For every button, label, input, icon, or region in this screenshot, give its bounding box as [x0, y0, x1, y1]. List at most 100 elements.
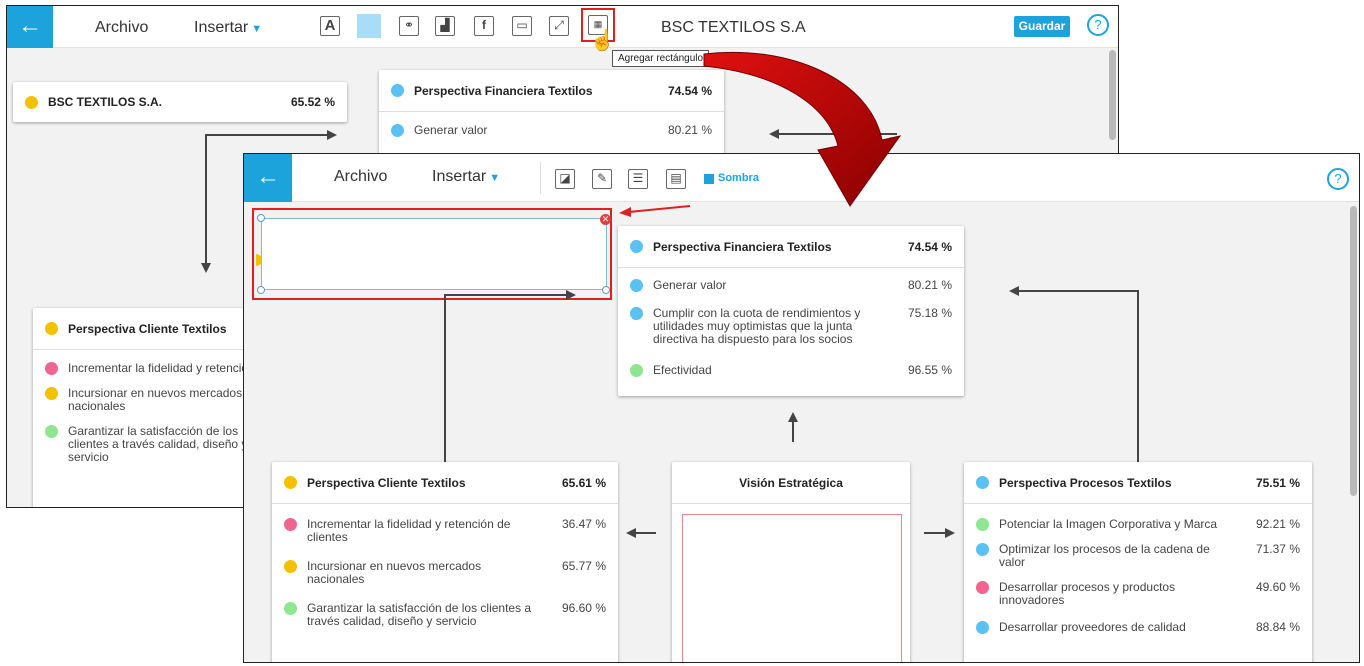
resize-icon[interactable]: ⤢ [549, 16, 569, 36]
card-title: BSC TEXTILOS S.A. [48, 95, 163, 109]
card-percent: 75.51 % [1255, 475, 1300, 490]
item-label: Efectividad [653, 363, 712, 377]
menu-archivo[interactable]: Archivo [95, 19, 148, 37]
status-dot [284, 560, 297, 573]
item-label: Incursionar en nuevos mercados nacionale… [68, 386, 243, 413]
card-title: Perspectiva Financiera Textilos [414, 83, 593, 98]
bsc-card[interactable]: BSC TEXTILOS S.A. 65.52 % [13, 82, 347, 122]
close-icon[interactable]: ✕ [600, 214, 611, 225]
item-label: Garantizar la satisfacción de los client… [68, 424, 248, 464]
card-title: Perspectiva Cliente Textilos [68, 321, 227, 336]
cliente-card-back[interactable]: Perspectiva Cliente Textilos Incrementar… [33, 308, 263, 507]
text-tool-icon[interactable]: A [320, 16, 340, 36]
item-percent: 80.21 % [907, 278, 952, 292]
item-label: Incrementar la fidelidad y retención de … [307, 517, 511, 544]
status-dot [45, 387, 58, 400]
card-percent: 65.52 % [290, 95, 335, 109]
item-label: Garantizar la satisfacción de los client… [307, 601, 532, 628]
help-icon[interactable]: ? [1327, 168, 1349, 190]
arrow-left-icon [1009, 286, 1019, 296]
item-percent: 88.84 % [1255, 620, 1300, 634]
financiera-card-back[interactable]: Perspectiva Financiera Textilos 74.54 % … [379, 70, 724, 160]
item-percent: 75.18 % [907, 306, 952, 320]
item-percent: 96.60 % [561, 601, 606, 615]
arrow-right-icon [945, 528, 955, 538]
item-percent: 49.60 % [1255, 580, 1300, 594]
arrow-left-icon [626, 528, 636, 538]
big-curved-arrow-icon [703, 51, 902, 207]
status-dot [976, 621, 989, 634]
resize-handle[interactable] [602, 286, 610, 294]
chart-icon[interactable]: ▟ [435, 16, 455, 36]
insertar-label: Insertar [432, 168, 487, 185]
item-percent: 65.77 % [561, 559, 606, 573]
arrow-right-icon [327, 130, 337, 140]
status-dot [976, 518, 989, 531]
connector [444, 294, 446, 464]
new-rectangle-shape[interactable] [261, 218, 607, 290]
connector [1019, 290, 1139, 292]
layout-icon[interactable]: ▤ [666, 169, 686, 189]
financiera-card[interactable]: Perspectiva Financiera Textilos 74.54 % … [618, 226, 964, 396]
scrollbar[interactable] [1109, 50, 1116, 140]
item-label: Optimizar los procesos de la cadena de v… [999, 542, 1210, 569]
arrow-down-icon [201, 263, 211, 273]
connector [1137, 290, 1139, 464]
card-percent: 65.61 % [561, 475, 606, 490]
status-dot [284, 602, 297, 615]
image-icon[interactable]: ▭ [512, 16, 532, 36]
status-dot [391, 84, 404, 97]
status-dot [25, 95, 38, 109]
connector [924, 532, 946, 534]
connector [792, 422, 794, 442]
cliente-card[interactable]: Perspectiva Cliente Textilos 65.61 % Inc… [272, 462, 618, 662]
connector [205, 134, 329, 136]
status-dot [630, 307, 643, 320]
item-percent: 36.47 % [561, 517, 606, 531]
resize-handle[interactable] [257, 286, 265, 294]
vision-content-box[interactable] [682, 514, 902, 662]
status-dot [630, 279, 643, 292]
status-dot [976, 581, 989, 594]
connector [205, 134, 207, 264]
lines-icon[interactable]: ☰ [628, 169, 648, 189]
card-title: Perspectiva Cliente Textilos [307, 475, 466, 490]
caret-down-icon: ▼ [489, 172, 501, 184]
vision-card[interactable]: Visión Estratégica [672, 462, 910, 662]
help-icon[interactable]: ? [1087, 14, 1109, 36]
item-percent: 96.55 % [907, 363, 952, 377]
front-editor-window: ← Archivo Insertar ▼ ◪ ✎ ☰ ▤ Sombra ? ✕ P… [243, 153, 1360, 663]
item-label: Generar valor [414, 123, 488, 137]
front-canvas[interactable]: ✕ Perspectiva Financiera Textilos 74.54 … [244, 202, 1359, 662]
item-label: Desarrollar procesos y productos innovad… [999, 580, 1176, 607]
menu-insertar[interactable]: Insertar ▼ [432, 168, 500, 186]
toolbar-divider [540, 162, 541, 194]
card-title: Visión Estratégica [739, 475, 843, 490]
item-label: Potenciar la Imagen Corporativa y Marca [999, 517, 1218, 531]
scrollbar[interactable] [1350, 206, 1357, 496]
status-dot [45, 425, 58, 438]
card-percent: 74.54 % [907, 239, 952, 254]
edit-icon[interactable]: ✎ [592, 169, 612, 189]
annotation-pointer-arrow [619, 205, 691, 217]
tooltip: Agregar rectángulo [612, 50, 710, 67]
item-percent: 92.21 % [1255, 517, 1300, 531]
color-swatch[interactable] [357, 14, 381, 38]
item-label: Incursionar en nuevos mercados nacionale… [307, 559, 482, 586]
link-icon[interactable]: ⚭ [399, 16, 419, 36]
card-title: Perspectiva Procesos Textilos [999, 475, 1172, 490]
fill-icon[interactable]: ◪ [555, 169, 575, 189]
menu-archivo[interactable]: Archivo [334, 168, 387, 186]
formula-icon[interactable]: f [474, 16, 494, 36]
save-button[interactable]: Guardar [1014, 16, 1070, 37]
item-label: Cumplir con la cuota de rendimientos y u… [653, 306, 861, 346]
resize-handle[interactable] [257, 214, 265, 222]
back-arrow-button[interactable]: ← [7, 6, 53, 48]
status-dot [391, 124, 404, 137]
status-dot [630, 240, 643, 253]
procesos-card[interactable]: Perspectiva Procesos Textilos 75.51 % Po… [964, 462, 1312, 662]
app-title: BSC TEXTILOS S.A [661, 19, 806, 36]
menu-insertar[interactable]: Insertar ▼ [194, 19, 262, 37]
back-arrow-button[interactable]: ← [244, 154, 292, 202]
item-percent: 71.37 % [1255, 542, 1300, 556]
